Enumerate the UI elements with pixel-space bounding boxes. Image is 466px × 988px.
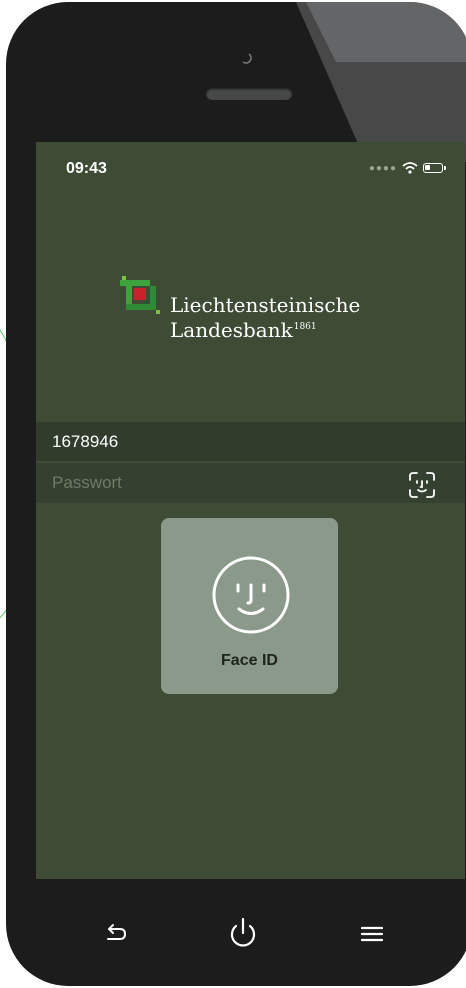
bank-year: 1861 — [293, 322, 317, 332]
password-input[interactable] — [52, 471, 392, 495]
status-indicators: ●●●● — [368, 160, 446, 176]
username-field[interactable]: 1678946 — [36, 422, 465, 461]
earpiece-speaker — [206, 88, 292, 100]
face-id-icon[interactable] — [408, 471, 436, 499]
phone-frame: 09:43 ●●●● Liechtensteinische Landesbank… — [6, 2, 466, 986]
bank-name-line2: Landesbank1861 — [170, 316, 360, 341]
battery-icon — [423, 163, 446, 173]
password-row — [36, 463, 465, 503]
bank-name-line1: Liechtensteinische — [170, 293, 361, 317]
face-id-dialog[interactable]: Face ID — [161, 518, 338, 694]
bank-name-landesbank: Landesbank — [170, 318, 293, 342]
front-camera-icon — [242, 53, 252, 64]
bank-name: Liechtensteinische Landesbank1861 — [170, 294, 360, 341]
bottom-navigation — [6, 898, 466, 978]
signal-dots-icon: ●●●● — [368, 162, 397, 174]
face-id-label: Face ID — [221, 652, 278, 669]
menu-icon[interactable] — [352, 914, 392, 954]
power-icon[interactable] — [223, 914, 263, 954]
back-arrow-icon[interactable] — [96, 914, 136, 954]
app-screen: 09:43 ●●●● Liechtensteinische Landesbank… — [36, 142, 465, 879]
face-icon — [212, 556, 290, 634]
status-time: 09:43 — [66, 160, 107, 177]
bank-logo: Liechtensteinische Landesbank1861 — [120, 276, 360, 341]
logo-mark-icon — [120, 276, 160, 314]
wifi-icon — [402, 162, 418, 174]
username-value: 1678946 — [52, 432, 119, 451]
